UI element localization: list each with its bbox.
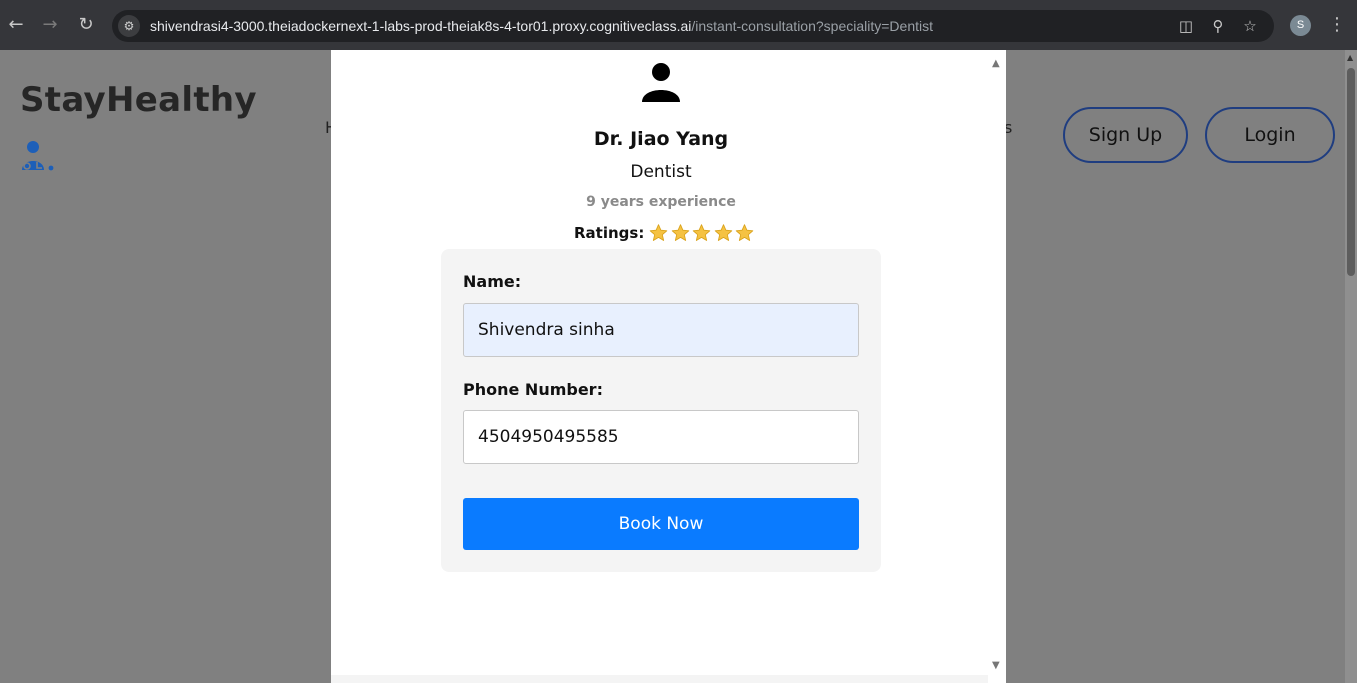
page-scroll-thumb[interactable] [1347, 68, 1355, 276]
doctor-experience: 9 years experience [586, 194, 736, 210]
doctor-name: Dr. Jiao Yang [593, 128, 729, 150]
brand-title[interactable]: StayHealthy [20, 80, 257, 120]
booking-form: Name: Shivendra sinha Phone Number: 4504… [441, 249, 881, 572]
doctor-speciality: Dentist [630, 162, 692, 182]
star-icon [693, 224, 711, 241]
page-scroll-up-icon[interactable]: ▲ [1347, 53, 1353, 62]
book-now-button[interactable]: Book Now [463, 498, 859, 550]
scroll-down-arrow-icon[interactable]: ▼ [992, 660, 1000, 671]
url-text[interactable]: shivendrasi4-3000.theiadockernext-1-labs… [150, 18, 933, 34]
doctor-logo-icon [22, 141, 54, 171]
scroll-up-arrow-icon[interactable]: ▲ [992, 58, 1000, 69]
signup-button[interactable]: Sign Up [1063, 107, 1188, 163]
ratings-label: Ratings: [574, 224, 645, 242]
star-rating [648, 223, 756, 243]
page-scrollbar[interactable]: ▲ [1345, 50, 1357, 683]
star-icon [714, 224, 733, 241]
login-button[interactable]: Login [1205, 107, 1335, 163]
modal-vertical-scrollbar[interactable]: ▲ ▼ [988, 50, 1006, 683]
ratings-row: Ratings: [574, 222, 756, 244]
star-icon [650, 224, 668, 241]
user-avatar-icon [642, 63, 680, 102]
forward-arrow-icon[interactable]: → [38, 13, 62, 37]
name-label: Name: [463, 272, 522, 291]
star-icon [671, 224, 690, 241]
back-arrow-icon[interactable]: ← [4, 13, 28, 37]
address-bar[interactable]: ⚙ shivendrasi4-3000.theiadockernext-1-la… [112, 10, 1274, 42]
install-app-icon[interactable]: ◫ [1175, 15, 1197, 37]
phone-label: Phone Number: [463, 380, 603, 399]
browser-toolbar: ← → ↻ ⚙ shivendrasi4-3000.theiadockernex… [0, 0, 1357, 50]
modal-horizontal-scrollbar[interactable] [331, 675, 988, 683]
bookmark-star-icon[interactable]: ☆ [1239, 15, 1261, 37]
reload-icon[interactable]: ↻ [74, 13, 98, 37]
profile-avatar[interactable]: S [1290, 15, 1311, 36]
zoom-icon[interactable]: ⚲ [1207, 15, 1229, 37]
phone-input[interactable]: 4504950495585 [463, 410, 859, 464]
booking-modal: Dr. Jiao Yang Dentist 9 years experience… [331, 50, 1006, 683]
kebab-menu-icon[interactable]: ⋮ [1328, 13, 1346, 37]
site-info-icon[interactable]: ⚙ [118, 15, 140, 37]
name-input[interactable]: Shivendra sinha [463, 303, 859, 357]
url-host: shivendrasi4-3000.theiadockernext-1-labs… [150, 18, 692, 34]
url-path: /instant-consultation?speciality=Dentist [691, 18, 933, 34]
star-icon [736, 224, 754, 241]
